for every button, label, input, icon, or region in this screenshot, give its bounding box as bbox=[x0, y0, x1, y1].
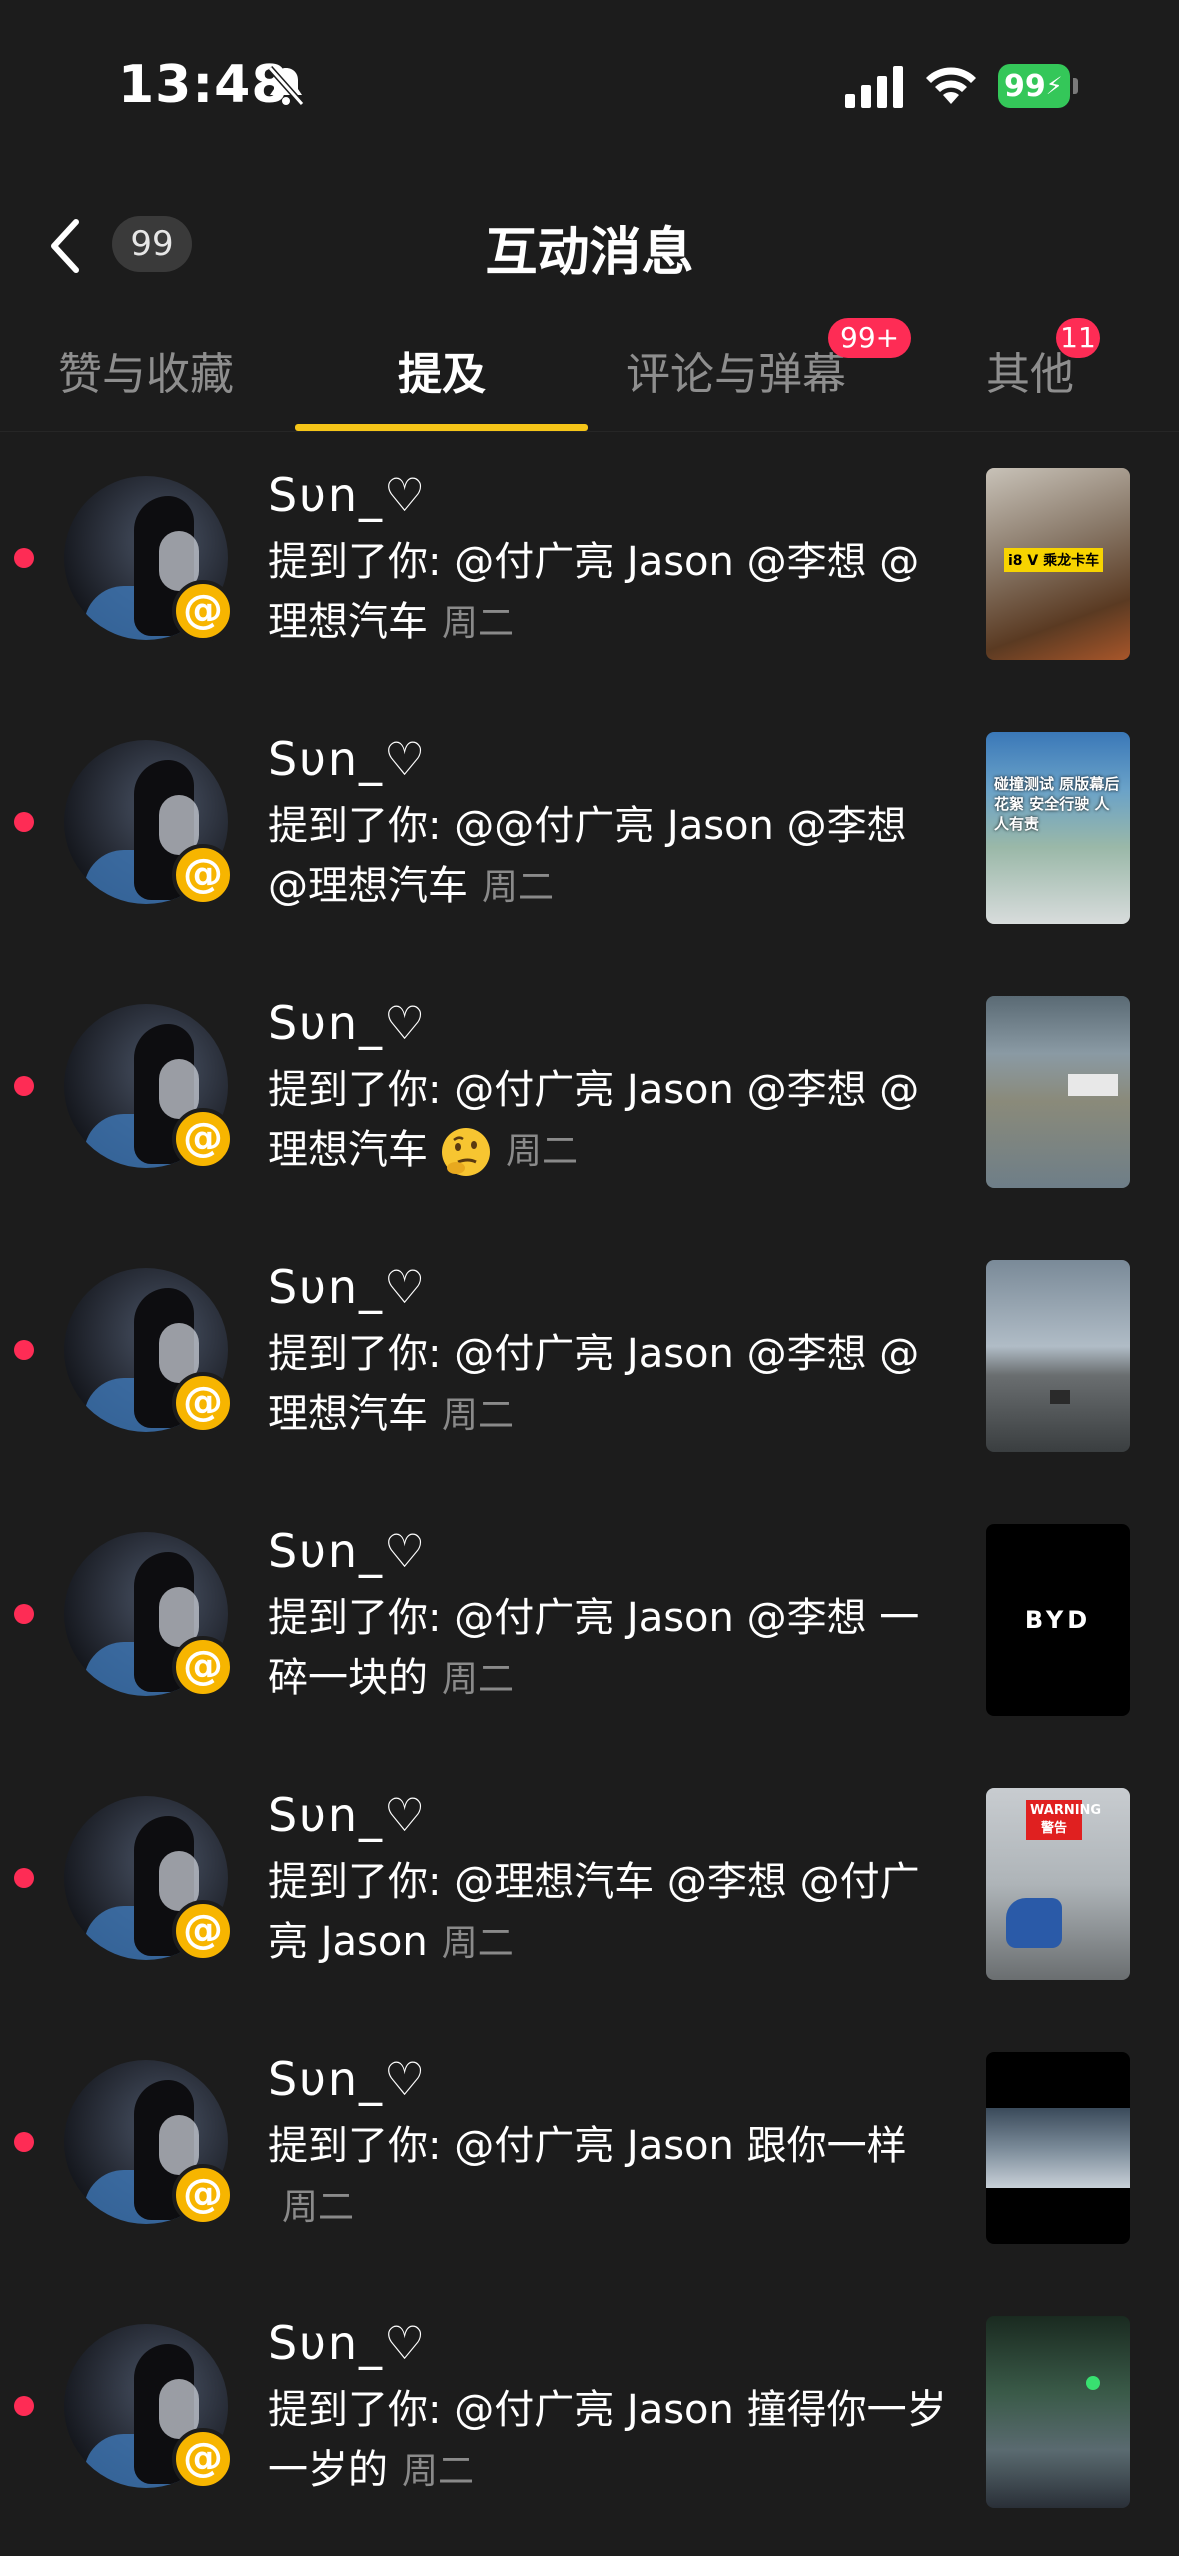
message-text: 提到了你: @@付广亮 Jason @李想 @理想汽车 周二 bbox=[268, 796, 948, 918]
video-thumbnail[interactable]: 碰撞测试 原版幕后花絮 安全行驶 人人有责 bbox=[986, 732, 1130, 924]
username[interactable]: Sυn_♡ bbox=[268, 732, 427, 786]
username[interactable]: Sυn_♡ bbox=[268, 996, 427, 1050]
wifi-icon bbox=[926, 67, 976, 104]
thumbnail-caption: 碰撞测试 原版幕后花絮 安全行驶 人人有责 bbox=[994, 775, 1120, 833]
flood-scene bbox=[986, 2108, 1130, 2188]
thumbnail-caption: i8 V 乘龙卡车 bbox=[1004, 548, 1104, 572]
bell-slash-icon bbox=[267, 66, 305, 106]
tab-likes-favorites[interactable]: 赞与收藏 bbox=[58, 338, 234, 402]
unread-dot bbox=[14, 1604, 34, 1624]
video-thumbnail[interactable]: WARNING 警告 bbox=[986, 1788, 1130, 1980]
at-mention-icon: @ bbox=[172, 580, 234, 642]
username[interactable]: Sυn_♡ bbox=[268, 2052, 427, 2106]
scooter-shape bbox=[1006, 1898, 1062, 1948]
thinking-face-icon bbox=[442, 1128, 490, 1176]
tab-bar: 赞与收藏 提及 评论与弹幕 其他 99+ 11 bbox=[0, 310, 1179, 432]
list-item[interactable]: @ Sυn_♡ 提到了你: @@付广亮 Jason @李想 @理想汽车 周二 碰撞… bbox=[0, 696, 1179, 960]
at-mention-icon: @ bbox=[172, 1636, 234, 1698]
message-text: 提到了你: @付广亮 Jason @李想 @理想汽车 周二 bbox=[268, 532, 948, 654]
list-item[interactable]: @ Sυn_♡ 提到了你: @付广亮 Jason @李想 一碎一块的 周二 BYD bbox=[0, 1488, 1179, 1752]
unread-dot bbox=[14, 2396, 34, 2416]
message-body: 提到了你: @付广亮 Jason 跟你一样 bbox=[268, 2123, 907, 2169]
battery-level: 99 ⚡ bbox=[998, 64, 1070, 108]
list-item[interactable]: @ Sυn_♡ 提到了你: @理想汽车 @李想 @付广亮 Jason 周二 WAR… bbox=[0, 1752, 1179, 2016]
traffic-light-shape bbox=[1086, 2376, 1100, 2390]
at-mention-icon: @ bbox=[172, 1108, 234, 1170]
tab-comments-danmaku[interactable]: 评论与弹幕 bbox=[626, 338, 846, 402]
list-item[interactable]: @ Sυn_♡ 提到了你: @付广亮 Jason 撞得你一岁一岁的 周二 bbox=[0, 2280, 1179, 2544]
at-mention-icon: @ bbox=[172, 1372, 234, 1434]
username[interactable]: Sυn_♡ bbox=[268, 1524, 427, 1578]
message-time: 周二 bbox=[482, 867, 555, 908]
video-thumbnail[interactable] bbox=[986, 1260, 1130, 1452]
message-text: 提到了你: @付广亮 Jason 撞得你一岁一岁的 周二 bbox=[268, 2380, 948, 2502]
nav-header: 99 互动消息 bbox=[0, 180, 1179, 300]
unread-dot bbox=[14, 1340, 34, 1360]
battery-percent: 99 bbox=[1004, 68, 1046, 104]
message-time: 周二 bbox=[442, 1395, 515, 1436]
at-mention-icon: @ bbox=[172, 844, 234, 906]
message-text: 提到了你: @理想汽车 @李想 @付广亮 Jason 周二 bbox=[268, 1852, 948, 1974]
message-text: 提到了你: @付广亮 Jason @李想 一碎一块的 周二 bbox=[268, 1588, 948, 1710]
charging-bolt-icon: ⚡ bbox=[1045, 72, 1063, 100]
tab-mentions[interactable]: 提及 bbox=[398, 338, 486, 402]
battery-indicator: 99 ⚡ bbox=[998, 64, 1078, 108]
at-mention-icon: @ bbox=[172, 2428, 234, 2490]
message-body: 提到了你: @@付广亮 Jason @李想 @理想汽车 bbox=[268, 803, 907, 909]
unread-dot bbox=[14, 2132, 34, 2152]
message-text: 提到了你: @付广亮 Jason @李想 @理想汽车 周二 bbox=[268, 1324, 948, 1446]
username[interactable]: Sυn_♡ bbox=[268, 1260, 427, 1314]
message-body: 提到了你: @付广亮 Jason @李想 @理想汽车 bbox=[268, 539, 920, 645]
message-time: 周二 bbox=[402, 2451, 475, 2492]
status-bar: 13:48 99 ⚡ bbox=[0, 0, 1179, 180]
page-title: 互动消息 bbox=[485, 223, 694, 283]
username[interactable]: Sυn_♡ bbox=[268, 468, 427, 522]
unread-dot bbox=[14, 1868, 34, 1888]
message-body: 提到了你: @付广亮 Jason @李想 一碎一块的 bbox=[268, 1595, 920, 1701]
at-mention-icon: @ bbox=[172, 1900, 234, 1962]
list-item[interactable]: @ Sυn_♡ 提到了你: @付广亮 Jason @李想 @理想汽车 周二 bbox=[0, 960, 1179, 1224]
car-shape bbox=[1050, 1390, 1070, 1404]
message-text: 提到了你: @付广亮 Jason @李想 @理想汽车 周二 bbox=[268, 1060, 948, 1182]
username[interactable]: Sυn_♡ bbox=[268, 1788, 427, 1842]
message-body: 提到了你: @付广亮 Jason 撞得你一岁一岁的 bbox=[268, 2387, 947, 2493]
message-time: 周二 bbox=[506, 1131, 579, 1172]
message-time: 周二 bbox=[282, 2187, 355, 2228]
message-body: 提到了你: @理想汽车 @李想 @付广亮 Jason bbox=[268, 1859, 920, 1965]
message-time: 周二 bbox=[442, 603, 515, 644]
video-thumbnail[interactable] bbox=[986, 2316, 1130, 2508]
video-thumbnail[interactable]: BYD bbox=[986, 1524, 1130, 1716]
list-item[interactable]: @ Sυn_♡ 提到了你: @付广亮 Jason @李想 @理想汽车 周二 i8 … bbox=[0, 432, 1179, 696]
message-time: 周二 bbox=[441, 1923, 514, 1964]
unread-dot bbox=[14, 548, 34, 568]
unread-dot bbox=[14, 812, 34, 832]
list-item[interactable]: @ Sυn_♡ 提到了你: @付广亮 Jason @李想 @理想汽车 周二 bbox=[0, 1224, 1179, 1488]
comments-badge: 99+ bbox=[828, 318, 912, 358]
cellular-signal-icon bbox=[845, 66, 903, 108]
warning-sign: WARNING 警告 bbox=[1026, 1800, 1101, 1840]
truck-shape bbox=[1068, 1074, 1118, 1096]
message-body: 提到了你: @付广亮 Jason @李想 @理想汽车 bbox=[268, 1331, 920, 1437]
at-mention-icon: @ bbox=[172, 2164, 234, 2226]
message-body: 提到了你: @付广亮 Jason @李想 @理想汽车 bbox=[268, 1067, 920, 1173]
other-badge: 11 bbox=[1056, 318, 1100, 358]
unread-dot bbox=[14, 1076, 34, 1096]
video-thumbnail[interactable] bbox=[986, 2052, 1130, 2244]
active-tab-indicator bbox=[295, 424, 588, 431]
list-item[interactable]: @ Sυn_♡ 提到了你: @付广亮 Jason 跟你一样周二 bbox=[0, 2016, 1179, 2280]
message-text: 提到了你: @付广亮 Jason 跟你一样周二 bbox=[268, 2116, 948, 2238]
battery-cap bbox=[1073, 78, 1078, 94]
username[interactable]: Sυn_♡ bbox=[268, 2316, 427, 2370]
video-thumbnail[interactable]: i8 V 乘龙卡车 bbox=[986, 468, 1130, 660]
message-time: 周二 bbox=[442, 1659, 515, 1700]
video-thumbnail[interactable] bbox=[986, 996, 1130, 1188]
byd-logo: BYD bbox=[1024, 1606, 1092, 1634]
